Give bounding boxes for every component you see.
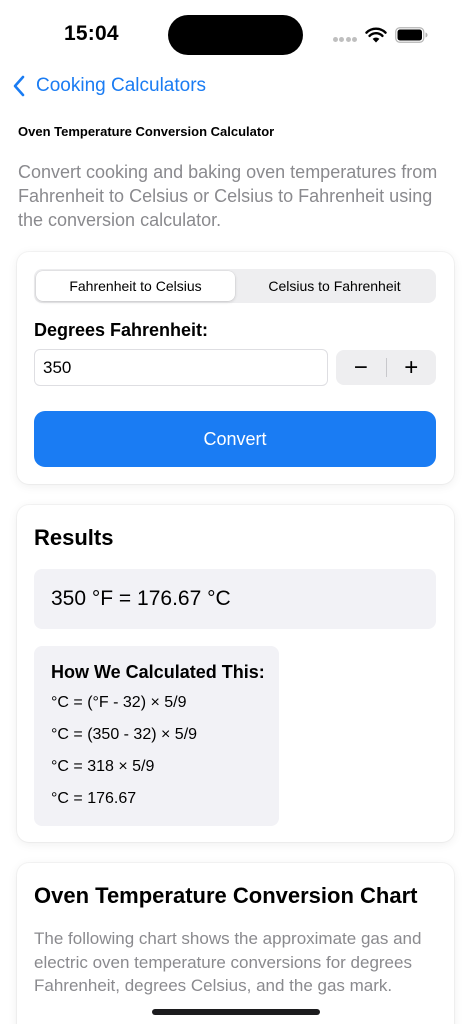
results-card: Results 350 °F = 176.67 °C How We Calcul… [17,505,454,842]
screen: 15:04 Cooking Calculators Oven Temperatu… [0,0,471,1024]
wifi-icon [365,27,387,43]
segment-fahrenheit-to-celsius[interactable]: Fahrenheit to Celsius [36,271,235,301]
calculation-title: How We Calculated This: [51,662,265,682]
chart-heading: Oven Temperature Conversion Chart [34,883,418,908]
decrement-button[interactable]: − [336,350,386,385]
result-value: 350 °F = 176.67 °C [34,569,436,629]
convert-button[interactable]: Convert [34,411,436,467]
intro-text: Convert cooking and baking oven temperat… [18,162,438,230]
results-heading: Results [34,525,114,550]
battery-icon [395,27,428,43]
calculation-step: °C = 176.67 [51,790,137,807]
mode-segmented-control: Fahrenheit to Celsius Celsius to Fahrenh… [34,269,436,303]
back-button-label: Cooking Calculators [36,75,207,96]
degrees-field-label: Degrees Fahrenheit: [34,320,209,340]
calculation-step: °C = 318 × 5/9 [51,758,155,775]
calculation-step: °C = (°F - 32) × 5/9 [51,694,187,711]
chart-description: The following chart shows the approximat… [34,929,422,995]
degrees-input[interactable] [34,349,328,386]
back-button[interactable]: Cooking Calculators [12,72,206,100]
degrees-stepper: − + [336,350,436,385]
conversion-chart-card: Oven Temperature Conversion Chart The fo… [17,863,454,1024]
increment-button[interactable]: + [386,350,436,385]
converter-card: Fahrenheit to Celsius Celsius to Fahrenh… [17,252,454,484]
signal-dots-icon [333,37,357,43]
status-time: 15:04 [64,22,119,45]
status-bar: 15:04 [0,0,471,70]
chevron-left-icon [13,75,25,97]
page-title: Oven Temperature Conversion Calculator [18,124,275,139]
segment-celsius-to-fahrenheit[interactable]: Celsius to Fahrenheit [235,271,434,301]
home-indicator[interactable] [152,1009,320,1015]
calculation-box: How We Calculated This: °C = (°F - 32) ×… [34,646,279,826]
dynamic-island [168,15,303,55]
calculation-step: °C = (350 - 32) × 5/9 [51,726,198,743]
